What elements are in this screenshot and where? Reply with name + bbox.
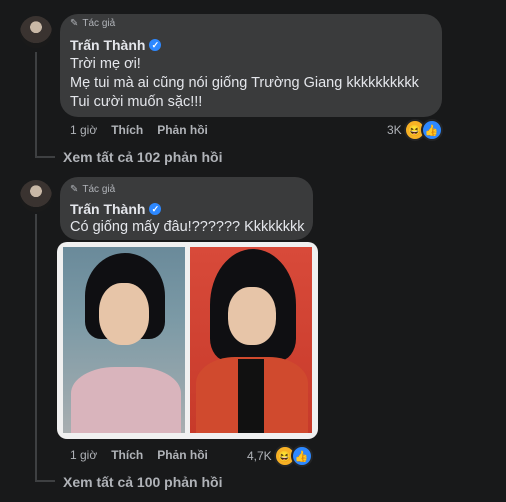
comment-line: Có giống mấy đâu!?????? Kkkkkkkk: [70, 219, 305, 235]
author-tag-label: Tác giả: [82, 18, 116, 29]
view-replies-link[interactable]: Xem tất cả 100 phản hồi: [63, 474, 223, 490]
verified-icon: ✓: [149, 203, 162, 215]
author-badge: ✎ Tác giả: [70, 18, 115, 29]
avatar[interactable]: [20, 16, 52, 48]
comment-line: Trời mẹ ơi!: [70, 56, 141, 72]
reaction-count: 4,7K: [247, 449, 272, 463]
thread-line-elbow: [35, 156, 55, 158]
comment-actions: 1 giờ Thích Phản hồi: [70, 123, 208, 137]
reaction-count: 3K: [387, 123, 402, 137]
view-replies-link[interactable]: Xem tất cả 102 phản hồi: [63, 149, 223, 165]
thread-line: [35, 214, 37, 482]
verified-icon: ✓: [149, 39, 162, 51]
author-tag-label: Tác giả: [82, 184, 116, 195]
like-button[interactable]: Thích: [111, 123, 143, 137]
reaction-summary[interactable]: 3K 😆 👍: [387, 119, 443, 141]
photo-shirt-inner: [238, 359, 264, 433]
timestamp[interactable]: 1 giờ: [70, 123, 97, 137]
like-icon: 👍: [420, 119, 443, 141]
comment-actions: 1 giờ Thích Phản hồi: [70, 448, 208, 462]
thread-line: [35, 52, 37, 158]
photo-panel-right: [190, 247, 312, 433]
author-name-label[interactable]: Trấn Thành: [70, 201, 145, 217]
photo-panel-left: [63, 247, 185, 433]
comment-photo[interactable]: [57, 242, 318, 439]
pencil-icon: ✎: [70, 18, 79, 29]
like-icon: 👍: [290, 445, 313, 467]
comment-text: Trời mẹ ơi! Mẹ tui mà ai cũng nói giống …: [70, 55, 419, 112]
author-name-label[interactable]: Trấn Thành: [70, 37, 145, 53]
thread-line-elbow: [35, 480, 55, 482]
photo-face: [99, 283, 149, 345]
photo-shirt: [71, 367, 181, 433]
author-name[interactable]: Trấn Thành ✓: [70, 37, 162, 53]
author-badge: ✎ Tác giả: [70, 184, 115, 195]
reply-button[interactable]: Phản hồi: [157, 448, 208, 462]
reply-button[interactable]: Phản hồi: [157, 123, 208, 137]
comment-line: Mẹ tui mà ai cũng nói giống Trường Giang…: [70, 75, 419, 91]
comment-line: Tui cười muốn sặc!!!: [70, 94, 203, 110]
author-name[interactable]: Trấn Thành ✓: [70, 201, 162, 217]
timestamp[interactable]: 1 giờ: [70, 448, 97, 462]
pencil-icon: ✎: [70, 184, 79, 195]
reaction-summary[interactable]: 4,7K 😆 👍: [247, 445, 313, 467]
comment-text: Có giống mấy đâu!?????? Kkkkkkkk: [70, 218, 305, 237]
photo-face: [228, 287, 276, 345]
avatar[interactable]: [20, 180, 52, 212]
like-button[interactable]: Thích: [111, 448, 143, 462]
